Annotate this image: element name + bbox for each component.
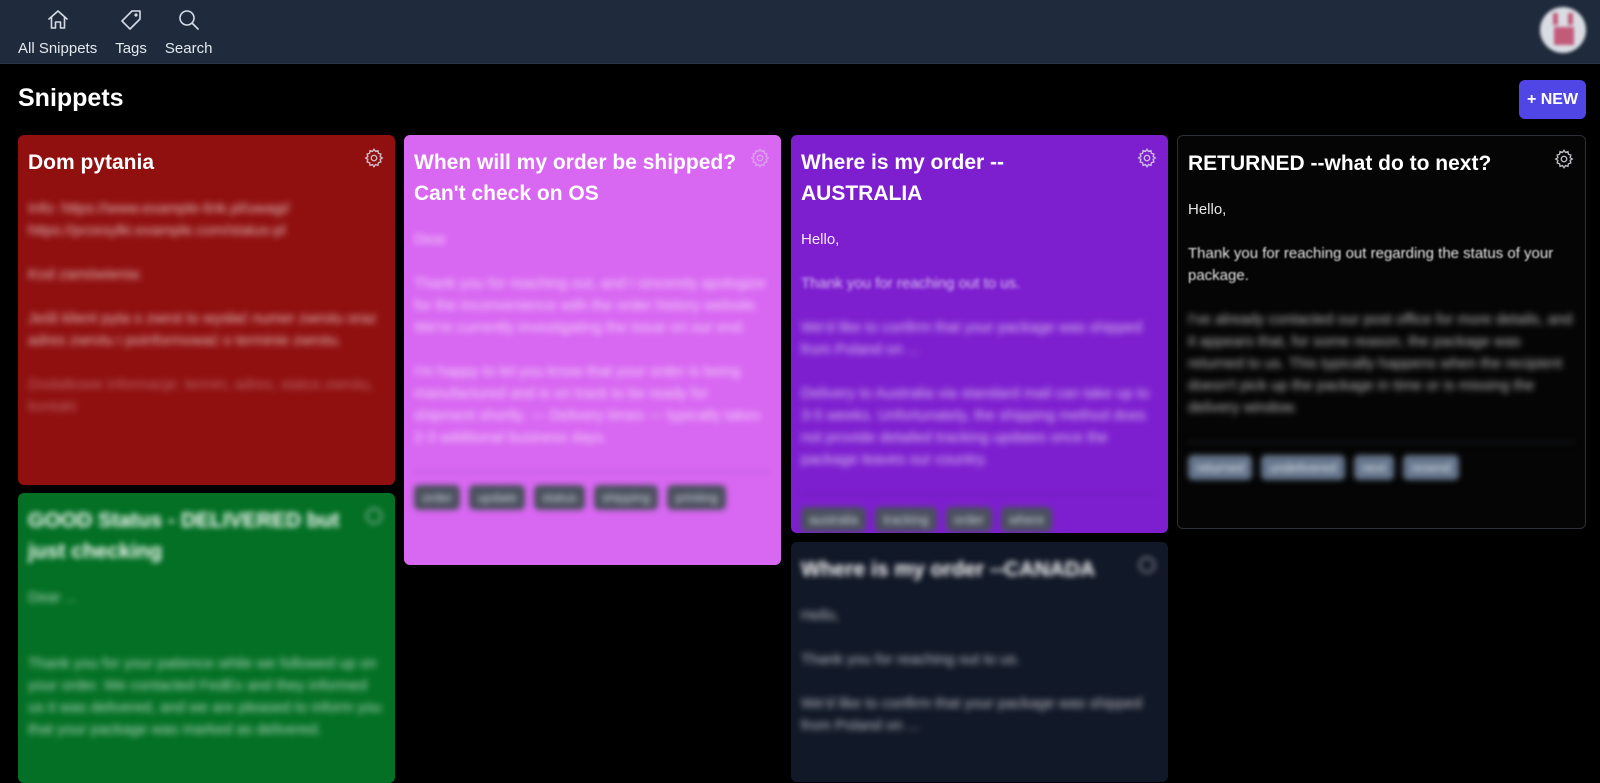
snippet-paragraph: Dodatkowe informacje: termin, adres, sta… xyxy=(28,376,374,415)
snippet-body: Dear Thank you for reaching out, and I s… xyxy=(414,229,771,449)
gear-icon[interactable] xyxy=(363,505,385,527)
home-icon xyxy=(46,8,70,37)
search-icon xyxy=(177,8,201,37)
top-navbar: All Snippets Tags Search xyxy=(0,0,1600,64)
snippet-title: Where is my order --AUSTRALIA xyxy=(801,151,1005,205)
snippet-body: Hello, Thank you for reaching out to us.… xyxy=(801,229,1158,471)
tag-icon xyxy=(119,8,143,37)
tag-chip[interactable]: printing xyxy=(667,485,726,510)
gear-icon[interactable] xyxy=(1136,554,1158,576)
tag-chip[interactable]: tracking xyxy=(875,507,937,532)
snippet-paragraph: Thank you for reaching out, and I sincer… xyxy=(414,275,766,336)
tag-chip[interactable]: status xyxy=(534,485,585,510)
gear-icon[interactable] xyxy=(749,147,771,169)
gear-icon[interactable] xyxy=(363,147,385,169)
nav-label: Search xyxy=(164,40,213,57)
snippet-paragraph: Dear ... xyxy=(28,589,78,606)
snippet-title: Dom pytania xyxy=(28,151,155,174)
tag-chip[interactable]: australia xyxy=(801,507,867,532)
snippet-card[interactable]: GOOD Status - DELIVERED but just checkin… xyxy=(18,493,395,783)
snippet-paragraph: Thank you for reaching out regarding the… xyxy=(1188,245,1554,284)
tag-chip[interactable]: next xyxy=(1353,455,1395,480)
snippet-paragraph: Delivery to Australia via standard mail … xyxy=(801,385,1150,468)
tag-chip[interactable]: update xyxy=(469,485,526,510)
snippet-paragraph: I've already contacted our post office f… xyxy=(1188,311,1573,416)
snippet-card[interactable]: Where is my order --CANADA Hello, Thank … xyxy=(791,542,1168,782)
tag-chip[interactable]: returned xyxy=(1188,455,1253,480)
snippet-card[interactable]: When will my order be shipped? Can't che… xyxy=(404,135,781,565)
snippet-paragraph: Thank you for reaching out to us. xyxy=(801,275,1021,292)
snippet-paragraph: We'd like to confirm that your package w… xyxy=(801,319,1143,358)
snippet-card[interactable]: Where is my order --AUSTRALIA Hello, Tha… xyxy=(791,135,1168,533)
tag-list: returned undelivered next resend xyxy=(1188,441,1575,480)
snippet-title: RETURNED --what do to next? xyxy=(1188,152,1492,175)
new-snippet-button[interactable]: + NEW xyxy=(1519,80,1586,119)
snippet-paragraph: Hello, xyxy=(1188,201,1227,218)
snippet-paragraph: Thank you for reaching out to us. xyxy=(801,651,1021,668)
nav-label: Tags xyxy=(115,40,147,57)
snippet-paragraph: We'd like to confirm that your package w… xyxy=(801,695,1143,734)
snippet-paragraph: Hello, xyxy=(801,231,840,248)
snippet-paragraph: Dear xyxy=(414,231,447,248)
tag-chip[interactable]: where xyxy=(1001,507,1053,532)
snippet-body: Hello, Thank you for reaching out to us.… xyxy=(801,605,1158,737)
snippet-paragraph: Kod zamówienia: xyxy=(28,266,143,283)
gear-icon[interactable] xyxy=(1136,147,1158,169)
snippet-title: Where is my order --CANADA xyxy=(801,558,1096,581)
gear-icon[interactable] xyxy=(1553,148,1575,170)
snippet-card[interactable]: RETURNED --what do to next? Hello, Thank… xyxy=(1177,135,1586,529)
tag-chip[interactable]: order xyxy=(945,507,993,532)
tag-chip[interactable]: undelivered xyxy=(1261,455,1345,480)
page-title: Snippets xyxy=(18,84,124,112)
snippet-paragraph: Thank you for your patience while we fol… xyxy=(28,655,382,738)
tag-chip[interactable]: shipping xyxy=(593,485,659,510)
tag-list: order update status shipping printing xyxy=(414,471,771,510)
snippet-body: Hello, Thank you for reaching out regard… xyxy=(1188,199,1575,419)
main-nav: All Snippets Tags Search xyxy=(18,8,230,57)
snippet-body: Dear ... Thank you for your patience whi… xyxy=(28,587,385,741)
snippet-body: Info: https://www.example-link.pl/uwagi/… xyxy=(28,198,385,418)
snippet-card[interactable]: Dom pytania Info: https://www.example-li… xyxy=(18,135,395,485)
tag-chip[interactable]: order xyxy=(414,485,461,510)
nav-all-snippets[interactable]: All Snippets xyxy=(18,8,97,57)
snippet-title: When will my order be shipped? Can't che… xyxy=(414,151,737,205)
nav-tags[interactable]: Tags xyxy=(115,8,147,57)
nav-label: All Snippets xyxy=(18,40,98,57)
snippet-paragraph: Jeśli klient pyta o zwrot to wysłać nume… xyxy=(28,310,377,349)
snippet-paragraph: Hello, xyxy=(801,607,840,624)
snippet-paragraph: I'm happy to let you know that your orde… xyxy=(414,363,761,446)
user-avatar[interactable] xyxy=(1540,7,1586,53)
snippet-paragraph: Info: https://www.example-link.pl/uwagi/… xyxy=(28,200,290,239)
snippet-title: GOOD Status - DELIVERED but just checkin… xyxy=(28,509,340,563)
nav-search[interactable]: Search xyxy=(164,8,213,57)
tag-chip[interactable]: resend xyxy=(1403,455,1459,480)
tag-list: australia tracking order where xyxy=(801,493,1158,532)
